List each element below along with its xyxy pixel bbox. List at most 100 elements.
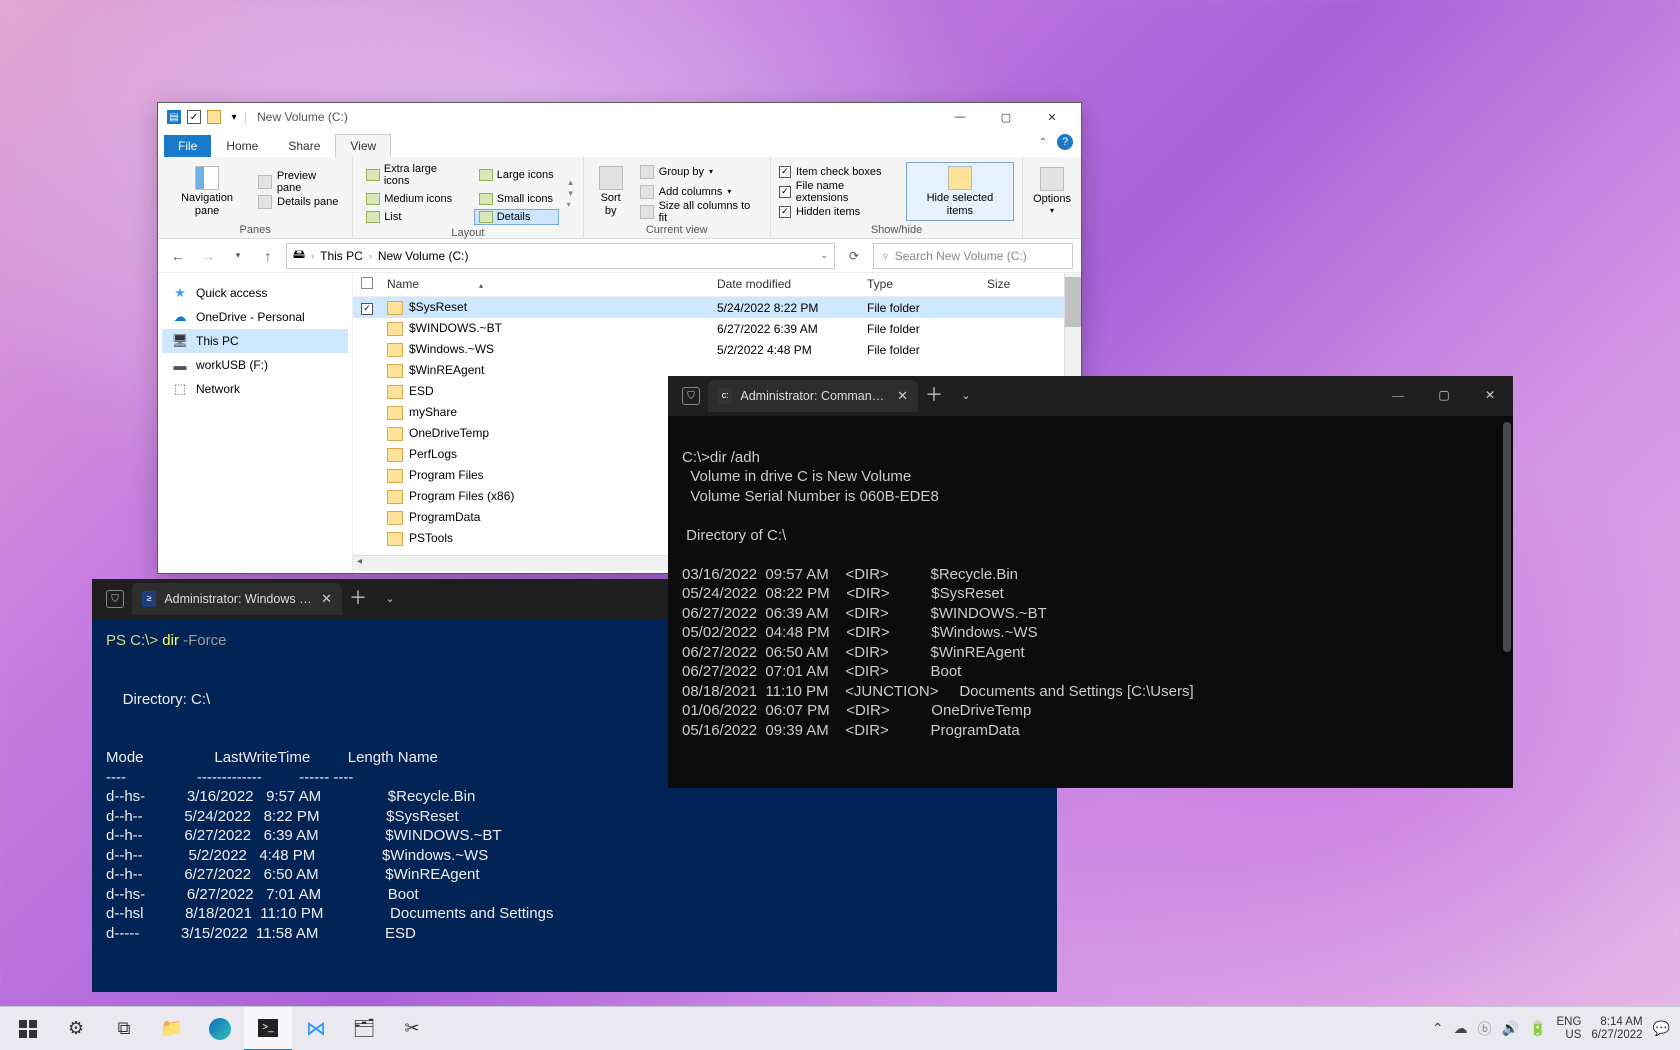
forward-button[interactable]: → xyxy=(196,244,220,268)
select-all-checkbox[interactable] xyxy=(361,277,373,289)
nav-item-label: workUSB (F:) xyxy=(196,358,268,372)
onedrive-icon[interactable]: ☁ xyxy=(1454,1020,1468,1037)
qat-save-icon[interactable]: ✓ xyxy=(187,110,201,124)
group-label-currentview: Current view xyxy=(592,222,762,238)
ribbon-collapse-icon[interactable]: ⌃ xyxy=(1039,137,1047,148)
nav-pane[interactable]: ★Quick access☁OneDrive - Personal🖥This P… xyxy=(158,273,353,573)
close-button[interactable]: ✕ xyxy=(1029,103,1075,131)
navigation-pane-button[interactable]: Navigation pane xyxy=(166,164,248,218)
search-box[interactable]: ⌕ Search New Volume (C:) xyxy=(873,243,1073,269)
system-tray[interactable]: ⌃ ☁ ⓑ 🔊 🔋 ENGUS 8:14 AM6/27/2022 💬 xyxy=(1432,1016,1676,1041)
tray-overflow-icon[interactable]: ⌃ xyxy=(1432,1020,1444,1037)
nav-item[interactable]: ☁OneDrive - Personal xyxy=(162,305,348,329)
terminal-icon[interactable]: >_ xyxy=(244,1007,292,1050)
minimize-button[interactable]: — xyxy=(937,103,983,131)
up-button[interactable]: ↑ xyxy=(256,244,280,268)
qat-folder-icon[interactable] xyxy=(207,110,221,124)
file-row[interactable]: $Windows.~WS 5/2/2022 4:48 PMFile folder xyxy=(353,339,1064,360)
add-columns-button[interactable]: Add columns ▾ xyxy=(638,183,762,201)
close-button[interactable]: ✕ xyxy=(1467,376,1513,416)
scrollbar[interactable] xyxy=(1503,422,1511,782)
layout-gallery[interactable]: Extra large icons Large icons Medium ico… xyxy=(361,161,558,225)
address-bar[interactable]: 🖴› This PC› New Volume (C:) ⌄ xyxy=(286,243,835,269)
back-button[interactable]: ← xyxy=(166,244,190,268)
nav-item[interactable]: ▬ workUSB (F:) xyxy=(162,353,348,377)
nav-item-icon: ★ xyxy=(172,285,188,301)
volume-icon[interactable]: 🔊 xyxy=(1502,1020,1519,1037)
preview-pane-button[interactable]: Preview pane xyxy=(256,173,344,191)
address-dropdown-icon[interactable]: ⌄ xyxy=(820,250,828,261)
qat-dropdown-icon[interactable]: ▾ xyxy=(227,110,241,124)
help-icon[interactable]: ? xyxy=(1057,134,1073,150)
recent-dropdown[interactable]: ▾ xyxy=(226,244,250,268)
terminal-tab[interactable]: ≥ Administrator: Windows Powe ✕ xyxy=(132,583,342,615)
taskbar[interactable]: ⚙ ⧉ 📁 >_ ⋈ 🗂 ✂ ⌃ ☁ ⓑ 🔊 🔋 ENGUS 8:14 AM6/… xyxy=(0,1006,1680,1050)
size-all-columns-button[interactable]: Size all columns to fit xyxy=(638,203,762,221)
tab-file[interactable]: File xyxy=(164,135,211,157)
tab-share[interactable]: Share xyxy=(273,134,335,157)
col-size[interactable]: Size xyxy=(979,277,1039,292)
sort-by-button[interactable]: Sort by xyxy=(592,164,630,218)
col-type[interactable]: Type xyxy=(859,277,979,292)
tab-dropdown-icon[interactable]: ⌄ xyxy=(374,583,406,615)
clock[interactable]: 8:14 AM6/27/2022 xyxy=(1591,1016,1642,1041)
nav-item-icon: ☁ xyxy=(172,309,188,325)
gallery-down-icon[interactable]: ▼ xyxy=(567,189,575,198)
snip-icon[interactable]: ✂ xyxy=(388,1007,436,1050)
file-explorer-icon[interactable]: 📁 xyxy=(148,1007,196,1050)
folder-icon xyxy=(387,406,403,420)
vscode-icon[interactable]: ⋈ xyxy=(292,1007,340,1050)
item-checkboxes-toggle[interactable]: ✓Item check boxes xyxy=(779,163,898,181)
explorer-taskbar-icon[interactable]: 🗂 xyxy=(340,1007,388,1050)
nav-item[interactable]: ★Quick access xyxy=(162,281,348,305)
terminal-tab[interactable]: c: Administrator: Command Pror ✕ xyxy=(708,380,918,412)
gallery-more-icon[interactable]: ▾ xyxy=(567,200,575,209)
qat-icon: ▤ xyxy=(167,110,181,124)
refresh-button[interactable]: ⟳ xyxy=(841,243,867,269)
options-button[interactable]: Options▾ xyxy=(1031,165,1073,218)
col-modified[interactable]: Date modified xyxy=(709,277,859,292)
file-row[interactable]: $WINDOWS.~BT 6/27/2022 6:39 AMFile folde… xyxy=(353,318,1064,339)
nav-item[interactable]: 🖥This PC xyxy=(162,329,348,353)
task-view-icon[interactable]: ⧉ xyxy=(100,1007,148,1050)
file-row[interactable]: ✓ $SysReset 5/24/2022 8:22 PMFile folder xyxy=(353,297,1064,318)
terminal-tabbar[interactable]: ⛉ c: Administrator: Command Pror ✕ ＋ ⌄ —… xyxy=(668,376,1513,416)
nav-item-icon: ▬ xyxy=(172,357,188,373)
notifications-icon[interactable]: 💬 xyxy=(1653,1020,1670,1037)
nav-item[interactable]: ⬚Network xyxy=(162,377,348,401)
maximize-button[interactable]: ▢ xyxy=(983,103,1029,131)
window-title: New Volume (C:) xyxy=(257,110,348,124)
edge-icon[interactable] xyxy=(196,1007,244,1050)
tab-dropdown-icon[interactable]: ⌄ xyxy=(950,380,982,412)
search-icon: ⌕ xyxy=(878,248,893,263)
titlebar[interactable]: ▤ ✓ ▾ | New Volume (C:) — ▢ ✕ xyxy=(158,103,1081,131)
start-button[interactable] xyxy=(4,1007,52,1050)
folder-icon xyxy=(387,469,403,483)
terminal-output[interactable]: C:\>dir /adh Volume in drive C is New Vo… xyxy=(668,416,1513,752)
gallery-up-icon[interactable]: ▲ xyxy=(567,178,575,187)
nav-item-label: This PC xyxy=(196,334,239,348)
hidden-items-toggle[interactable]: ✓Hidden items xyxy=(779,203,898,221)
file-ext-toggle[interactable]: ✓File name extensions xyxy=(779,183,898,201)
bluetooth-icon[interactable]: ⓑ xyxy=(1478,1019,1492,1039)
hide-selected-button[interactable]: Hide selected items xyxy=(906,162,1014,220)
tab-view[interactable]: View xyxy=(335,134,391,157)
row-checkbox[interactable]: ✓ xyxy=(361,303,373,315)
settings-icon[interactable]: ⚙ xyxy=(52,1007,100,1050)
tab-home[interactable]: Home xyxy=(211,134,273,157)
tab-close-icon[interactable]: ✕ xyxy=(321,591,332,608)
folder-icon xyxy=(387,490,403,504)
folder-icon xyxy=(387,364,403,378)
new-tab-button[interactable]: ＋ xyxy=(342,583,374,615)
details-pane-button[interactable]: Details pane xyxy=(256,193,344,211)
breadcrumb-thispc[interactable]: This PC xyxy=(320,249,363,263)
tab-close-icon[interactable]: ✕ xyxy=(897,388,908,405)
group-by-button[interactable]: Group by ▾ xyxy=(638,163,762,181)
col-name[interactable]: Name xyxy=(379,277,709,292)
battery-icon[interactable]: 🔋 xyxy=(1529,1020,1546,1037)
maximize-button[interactable]: ▢ xyxy=(1421,376,1467,416)
new-tab-button[interactable]: ＋ xyxy=(918,380,950,412)
breadcrumb-vol[interactable]: New Volume (C:) xyxy=(378,249,469,263)
language-indicator[interactable]: ENGUS xyxy=(1556,1016,1581,1041)
minimize-button[interactable]: — xyxy=(1375,376,1421,416)
